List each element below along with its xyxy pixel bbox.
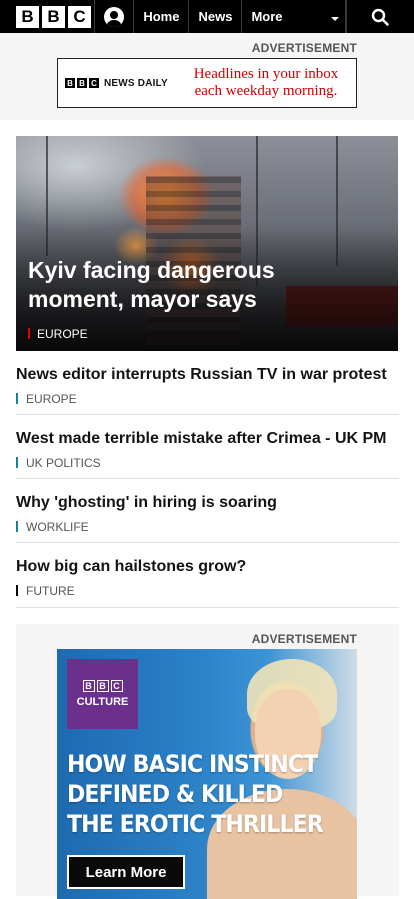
caret-down-icon: [330, 17, 339, 21]
nav-more-menu[interactable]: More: [242, 0, 346, 33]
story-item[interactable]: West made terrible mistake after Crimea …: [16, 429, 399, 479]
story-headline[interactable]: West made terrible mistake after Crimea …: [16, 429, 399, 449]
badge-letter: B: [82, 680, 95, 692]
search-button[interactable]: [345, 0, 414, 33]
badge-letter: C: [110, 680, 123, 692]
hero-headline[interactable]: Kyiv facing dangerous moment, mayor says: [28, 256, 368, 314]
brand-text: NEWS DAILY: [104, 77, 168, 89]
nav-link-home[interactable]: Home: [134, 0, 190, 33]
story-section-tag[interactable]: UK POLITICS: [16, 456, 399, 470]
ad-message-line: each weekday morning.: [194, 83, 338, 99]
story-item[interactable]: News editor interrupts Russian TV in war…: [16, 365, 399, 415]
badge-letter: B: [96, 680, 109, 692]
learn-more-button[interactable]: Learn More: [67, 855, 185, 889]
bbc-culture-logo: B B C CULTURE: [67, 659, 138, 729]
hero-section-tag[interactable]: EUROPE: [28, 327, 88, 341]
badge-text: CULTURE: [76, 696, 129, 708]
account-icon: [104, 6, 125, 27]
bbc-culture-ad[interactable]: B B C CULTURE HOW BASIC INSTINCT DEFINED…: [57, 649, 357, 899]
story-section-tag[interactable]: EUROPE: [16, 392, 399, 406]
top-navigation: B B C Home News More: [0, 0, 414, 33]
logo-letter: C: [68, 5, 91, 28]
nav-more-label: More: [251, 9, 283, 24]
logo-letter: B: [42, 5, 65, 28]
bbc-logo[interactable]: B B C: [0, 0, 96, 33]
brand-letter: B: [65, 78, 75, 88]
newsletter-ad[interactable]: B B C NEWS DAILY Headlines in your inbox…: [57, 58, 357, 108]
ad-label: ADVERTISEMENT: [251, 41, 357, 55]
ad-headline: HOW BASIC INSTINCT DEFINED & KILLED THE …: [67, 749, 325, 839]
brand-letter: C: [89, 78, 99, 88]
story-section-tag[interactable]: FUTURE: [16, 584, 399, 598]
nav-link-news[interactable]: News: [189, 0, 243, 33]
brand-letter: B: [77, 78, 87, 88]
story-headline[interactable]: How big can hailstones grow?: [16, 557, 399, 577]
ad-headline-line: HOW BASIC INSTINCT: [67, 750, 318, 778]
story-item[interactable]: How big can hailstones grow? FUTURE: [16, 557, 399, 608]
story-headline[interactable]: News editor interrupts Russian TV in war…: [16, 365, 399, 385]
ad-headline-line: DEFINED & KILLED: [67, 780, 283, 808]
logo-letter: B: [16, 5, 39, 28]
ad-message-line: Headlines in your inbox: [193, 66, 339, 82]
hero-story[interactable]: Kyiv facing dangerous moment, mayor says…: [16, 136, 398, 351]
story-item[interactable]: Why 'ghosting' in hiring is soaring WORK…: [16, 493, 399, 543]
story-section-tag[interactable]: WORKLIFE: [16, 520, 399, 534]
ad-headline-line: THE EROTIC THRILLER: [67, 810, 324, 838]
ad-banner-top: ADVERTISEMENT B B C NEWS DAILY Headlines…: [0, 33, 414, 120]
ad-banner-bottom: ADVERTISEMENT B B C CULTURE HOW BASIC IN…: [16, 624, 399, 899]
search-icon: [372, 8, 390, 26]
account-button[interactable]: [95, 0, 135, 33]
ad-message: Headlines in your inbox each weekday mor…: [176, 66, 356, 100]
ad-label: ADVERTISEMENT: [251, 632, 357, 646]
bbc-news-daily-logo: B B C NEWS DAILY: [58, 78, 176, 89]
story-headline[interactable]: Why 'ghosting' in hiring is soaring: [16, 493, 399, 513]
